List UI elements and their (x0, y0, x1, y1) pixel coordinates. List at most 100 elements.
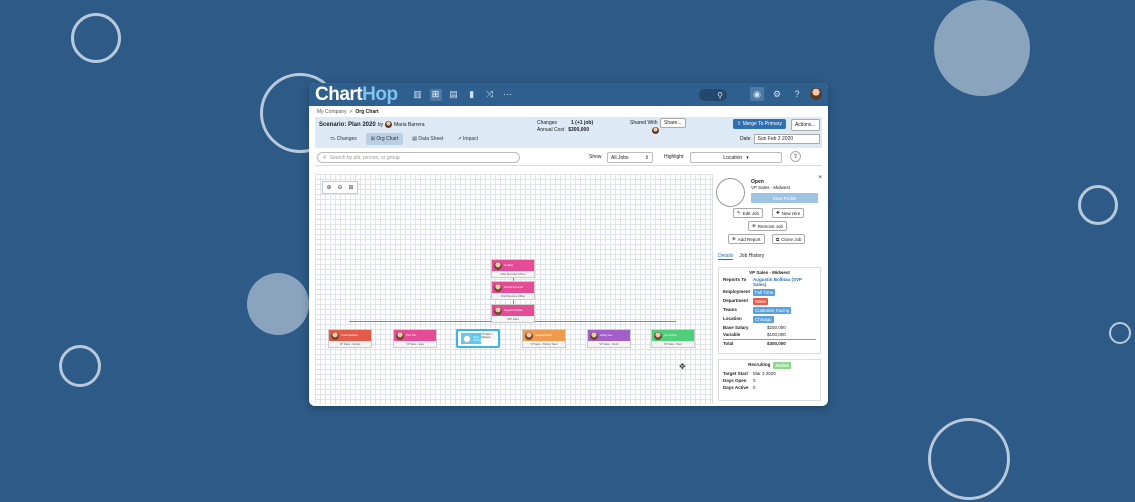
org-card-name: Pam Kim (406, 334, 417, 337)
tab-changes[interactable]: ⤼ Changes (325, 133, 362, 145)
decor-ring (1109, 322, 1131, 344)
gear-icon[interactable]: ⚙ (770, 87, 784, 101)
org-card-title: Chief Executive Officer (492, 271, 534, 277)
app-window: ChartHop ▥ ⊞ ▤ ▮ ⤨ ⋯ ⚲ ◉ ⚙ ? My Company … (309, 83, 828, 406)
view-profile-button[interactable]: View Profile (751, 193, 818, 203)
scenario-tabs: ⤼ Changes ⊞ Org Chart ▤ Data Sheet ↗ Imp… (325, 133, 483, 145)
details-box: VP Sales - Midwest Reports To Augustin Bo… (718, 267, 821, 354)
avatar (654, 331, 662, 340)
search-input[interactable]: ⚲ Search by job, person, or group (317, 152, 520, 163)
remove-job-button[interactable]: ⊗ Remove Job (748, 221, 788, 231)
avatar (494, 283, 502, 292)
org-card[interactable]: Liz Beta Chief Executive Officer (491, 259, 535, 278)
org-card[interactable]: Open (Hiring) VP Sales - Midwest (456, 329, 500, 348)
search-icon: ⚲ (323, 154, 327, 161)
actions-button[interactable]: Actions... (791, 119, 820, 131)
org-card[interactable]: Pam Kim VP Sales - East (393, 329, 437, 348)
person-add-icon: ✚ (776, 210, 780, 215)
reports-to-link[interactable]: Augustin Bollitau (SVP Sales) (753, 277, 816, 287)
close-icon[interactable]: × (818, 175, 822, 181)
date-input[interactable]: Sun Feb 2 2020 (753, 134, 820, 144)
org-card[interactable]: Garfield Powell VP Sales - Partner Team (522, 329, 566, 348)
up-arrow-button[interactable]: ⇧ (790, 151, 801, 162)
org-card-name: Garfield Powell (535, 334, 552, 337)
merge-button[interactable]: ⇪ Merge To Primary (733, 119, 786, 129)
avatar (463, 334, 471, 343)
table-icon[interactable]: ▤ (448, 89, 460, 101)
org-card-title: VP Sales - West (652, 341, 694, 347)
total-pay: $300,000 (767, 341, 786, 346)
decor-disc (247, 273, 309, 335)
org-card-name: Liz Beta (504, 264, 514, 267)
tab-data-sheet[interactable]: ▤ Data Sheet (407, 133, 448, 145)
org-chart-icon[interactable]: ⊞ (429, 88, 442, 101)
org-card[interactable]: Geraldine Kumar Chief Revenue Officer (491, 281, 535, 300)
top-right-icons: ◉ ⚙ ? (750, 87, 822, 101)
org-card-header: Liz Beta (492, 260, 534, 271)
avatar (525, 331, 533, 340)
decor-ring (1078, 185, 1118, 225)
org-card-title: VP Sales - South (588, 341, 630, 347)
scenario-bar: Scenario: Plan 2020 by Maria Barrera ⤼ C… (315, 117, 822, 148)
reports-icon[interactable]: ▮ (466, 89, 478, 101)
tab-org-chart[interactable]: ⊞ Org Chart (365, 133, 404, 145)
shared-with-label: Shared With (630, 120, 658, 126)
scenario-icon[interactable]: ⤨ (484, 89, 496, 101)
org-card-header: Augustin Bollitau (492, 305, 534, 316)
org-card[interactable]: Jeffrey Lee VP Sales - South (587, 329, 631, 348)
breadcrumb-current: Org Chart (355, 109, 379, 115)
zoom-controls: ⊕ ⊖ ⊞ (322, 181, 358, 194)
variable-pay: $100,000 (767, 332, 786, 337)
show-label: Show (589, 154, 602, 160)
tab-details[interactable]: Details (718, 253, 734, 260)
decor-ring (59, 345, 101, 387)
org-card-name: Geraldine Kumar (504, 286, 523, 289)
search-icon: ⚲ (717, 90, 723, 100)
move-cursor-icon: ✥ (679, 362, 686, 371)
global-search[interactable]: ⚲ (699, 89, 727, 101)
zoom-in-icon[interactable]: ⊕ (324, 183, 334, 192)
org-card-name: Jeffrey Lee (600, 334, 613, 337)
new-hire-button[interactable]: ✚ New Hire (772, 208, 805, 218)
add-icon: ⊕ (732, 236, 736, 241)
more-icon[interactable]: ⋯ (502, 89, 514, 101)
days-open: 0 (753, 378, 756, 383)
edit-icon: ✎ (737, 210, 741, 215)
breadcrumb-root[interactable]: My Company (317, 109, 346, 115)
help-icon[interactable]: ? (790, 87, 804, 101)
org-chart-canvas[interactable]: ⊕ ⊖ ⊞ Liz Beta Chief Executive Officer Ger… (315, 174, 712, 404)
fit-icon[interactable]: ⊞ (346, 183, 356, 192)
user-avatar[interactable] (810, 88, 822, 100)
job-role: VP Sales - Midwest (751, 185, 790, 190)
copy-icon: ⧉ (776, 236, 780, 242)
remove-icon: ⊗ (752, 223, 756, 228)
org-card-header: Open (Hiring) (461, 333, 482, 344)
dashboard-icon[interactable]: ▥ (412, 89, 424, 101)
share-button[interactable]: Share... (660, 118, 686, 128)
add-report-button[interactable]: ⊕ Add Report (728, 234, 765, 244)
org-card[interactable]: Lukas Martinez VP Sales - Central (328, 329, 372, 348)
highlight-select[interactable]: Location ▾ (690, 152, 782, 163)
top-bar: ChartHop ▥ ⊞ ▤ ▮ ⤨ ⋯ ⚲ ◉ ⚙ ? (309, 83, 828, 106)
view-icon[interactable]: ◉ (750, 87, 764, 101)
org-card[interactable]: Augustin Bollitau SVP Sales (491, 304, 535, 323)
org-card-header: Lukas Martinez (329, 330, 371, 341)
org-card[interactable]: Lynne Hunt VP Sales - West (651, 329, 695, 348)
show-select[interactable]: All Jobs ⇕ (607, 152, 653, 163)
job-avatar (716, 178, 745, 207)
logo[interactable]: ChartHop (315, 84, 398, 106)
org-card-header: Lynne Hunt (652, 330, 694, 341)
tab-impact[interactable]: ↗ Impact (452, 133, 483, 145)
edit-job-button[interactable]: ✎ Edit Job (733, 208, 764, 218)
shared-avatar (652, 127, 659, 134)
avatar (494, 261, 502, 270)
org-card-name: Open (Hiring) (473, 335, 482, 342)
zoom-out-icon[interactable]: ⊖ (335, 183, 345, 192)
date-field: Date Sun Feb 2 2020 (740, 134, 820, 144)
clone-job-button[interactable]: ⧉ Clone Job (772, 234, 806, 244)
owner-name: Maria Barrera (393, 121, 425, 128)
days-active: 0 (753, 385, 756, 390)
avatar (396, 331, 404, 340)
details-title: VP Sales - Midwest (749, 270, 790, 275)
tab-job-history[interactable]: Job History (739, 253, 764, 260)
